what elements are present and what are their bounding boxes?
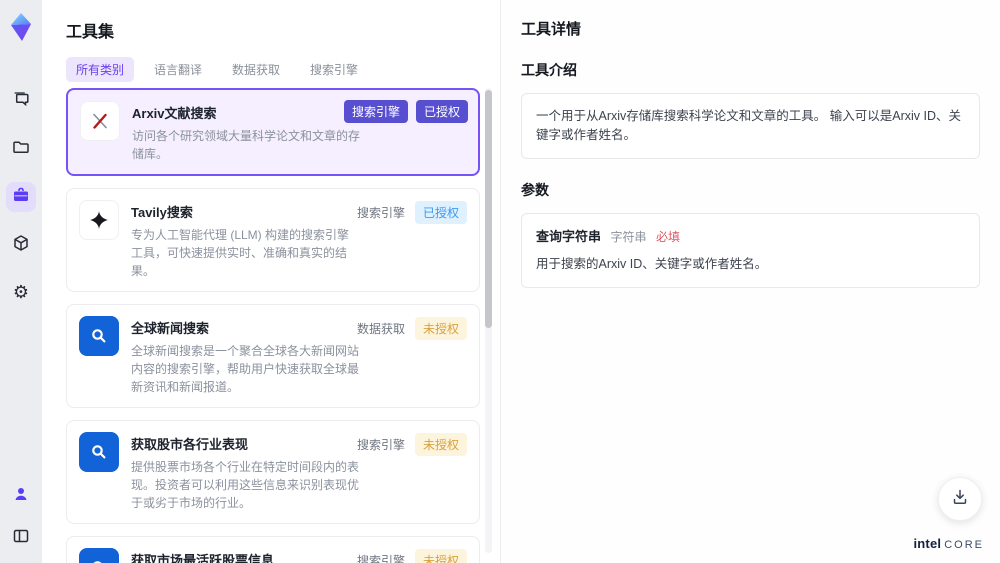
sidebar-item-chat[interactable] <box>6 86 36 116</box>
auth-status-badge: 已授权 <box>415 100 468 123</box>
folder-icon <box>11 137 31 162</box>
sidebar-item-settings[interactable]: ⚙ <box>6 278 36 308</box>
tool-description: 全球新闻搜索是一个聚合全球各大新闻网站内容的搜索引擎，帮助用户快速获取全球最新资… <box>131 344 360 394</box>
tab-all-categories[interactable]: 所有类别 <box>66 57 135 82</box>
intro-text-box: 一个用于从Arxiv存储库搜索科学论文和文章的工具。 输入可以是Arxiv ID… <box>521 93 980 159</box>
chat-icon <box>11 89 31 114</box>
category-badge: 搜索引擎 <box>343 100 408 123</box>
category-label: 搜索引擎 <box>356 554 405 563</box>
search-logo-icon <box>79 316 119 356</box>
tool-card-arxiv[interactable]: Arxiv文献搜索 访问各个研究领域大量科学论文和文章的存储库。 搜索引擎 已授… <box>66 88 480 176</box>
settings-gear-icon: ⚙ <box>12 282 30 303</box>
param-type: 字符串 <box>610 229 647 244</box>
tool-name: Arxiv文献搜索 <box>132 106 217 121</box>
cube-icon <box>11 233 31 258</box>
params-heading: 参数 <box>521 181 549 198</box>
panel-toggle-icon <box>11 526 31 551</box>
auth-status-badge: 已授权 <box>414 201 467 224</box>
tool-list: Arxiv文献搜索 访问各个研究领域大量科学论文和文章的存储库。 搜索引擎 已授… <box>66 88 480 563</box>
user-icon <box>11 484 31 509</box>
download-button[interactable] <box>938 477 982 521</box>
category-label: 搜索引擎 <box>356 438 405 452</box>
tool-detail-panel: 工具详情 工具介绍 一个用于从Arxiv存储库搜索科学论文和文章的工具。 输入可… <box>500 0 1000 563</box>
sidebar-item-collapse[interactable] <box>6 523 36 553</box>
sidebar-item-files[interactable] <box>6 134 36 164</box>
tab-data-fetch[interactable]: 数据获取 <box>222 57 290 82</box>
scrollbar-thumb[interactable] <box>485 90 492 328</box>
list-scrollbar[interactable] <box>485 88 492 553</box>
toolbox-icon <box>11 185 31 210</box>
tool-description: 提供股票市场各个行业在特定时间段内的表现。投资者可以利用这些信息来识别表现优于或… <box>131 460 360 510</box>
core-wordmark: CORE <box>944 539 984 551</box>
tool-list-panel: 工具集 所有类别 语言翻译 数据获取 搜索引擎 Arxiv文献搜索 访问各个研究… <box>42 0 500 563</box>
param-name: 查询字符串 <box>536 228 602 244</box>
tool-name: 获取市场最活跃股票信息 <box>131 553 275 563</box>
search-logo-icon <box>79 548 119 563</box>
tavily-sparkle-icon <box>79 200 119 240</box>
detail-title: 工具详情 <box>521 21 582 38</box>
sidebar-item-account[interactable] <box>6 481 36 511</box>
tool-card-most-active-stocks[interactable]: 获取市场最活跃股票信息 提供当天交易量最高的股票列表，投资者可以利用这些信息来识… <box>66 536 480 563</box>
sidebar-item-packages[interactable] <box>6 230 36 260</box>
category-label: 搜索引擎 <box>356 206 405 220</box>
param-required-badge: 必填 <box>656 229 681 244</box>
intel-core-logo: intel CORE <box>913 536 984 551</box>
tool-card-global-news[interactable]: 全球新闻搜索 全球新闻搜索是一个聚合全球各大新闻网站内容的搜索引擎，帮助用户快速… <box>66 304 480 408</box>
param-box: 查询字符串 字符串 必填 用于搜索的Arxiv ID、关键字或作者姓名。 <box>521 212 980 288</box>
intro-heading: 工具介绍 <box>521 62 577 78</box>
app-logo[interactable] <box>7 12 35 42</box>
intel-wordmark: intel <box>913 536 942 551</box>
auth-status-badge: 未授权 <box>414 317 467 340</box>
tool-card-sector-performance[interactable]: 获取股市各行业表现 提供股票市场各个行业在特定时间段内的表现。投资者可以利用这些… <box>66 420 480 524</box>
category-label: 数据获取 <box>356 322 405 336</box>
tool-description: 专为人工智能代理 (LLM) 构建的搜索引擎工具，可快速提供实时、准确和真实的结… <box>131 228 350 278</box>
tool-name: 获取股市各行业表现 <box>131 437 249 452</box>
download-icon <box>950 487 970 512</box>
param-description: 用于搜索的Arxiv ID、关键字或作者姓名。 <box>536 257 768 272</box>
auth-status-badge: 未授权 <box>414 549 467 563</box>
sidebar-item-toolbox[interactable] <box>6 182 36 212</box>
tool-name: Tavily搜索 <box>131 205 193 220</box>
search-logo-icon <box>79 432 119 472</box>
category-tabs: 所有类别 语言翻译 数据获取 搜索引擎 <box>66 57 368 82</box>
tool-name: 全球新闻搜索 <box>131 321 210 336</box>
tool-description: 访问各个研究领域大量科学论文和文章的存储库。 <box>132 129 361 161</box>
page-title: 工具集 <box>66 24 115 41</box>
tab-search-engine[interactable]: 搜索引擎 <box>300 57 368 82</box>
arxiv-logo-icon <box>80 101 120 141</box>
tab-language-translation[interactable]: 语言翻译 <box>144 57 212 82</box>
auth-status-badge: 未授权 <box>414 433 467 456</box>
left-rail: ⚙ <box>0 0 42 563</box>
tool-card-tavily[interactable]: Tavily搜索 专为人工智能代理 (LLM) 构建的搜索引擎工具，可快速提供实… <box>66 188 480 292</box>
param-header: 查询字符串 字符串 必填 <box>536 227 965 247</box>
